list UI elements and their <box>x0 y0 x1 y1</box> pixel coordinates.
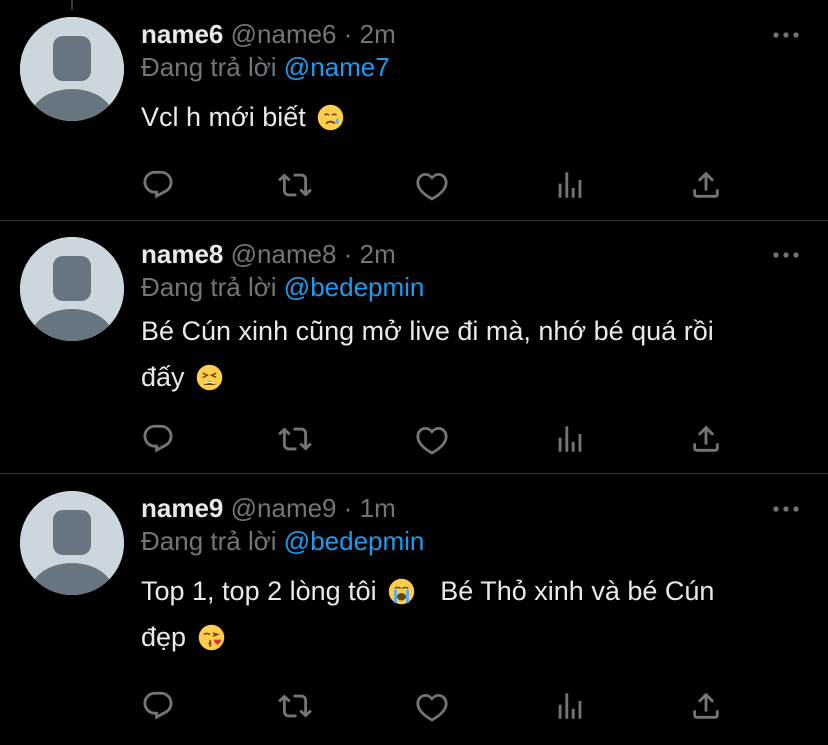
timestamp[interactable]: 2m <box>360 239 396 269</box>
analytics-button[interactable] <box>552 421 588 457</box>
like-icon <box>415 168 449 202</box>
reply-icon <box>141 689 175 723</box>
separator-dot: · <box>343 493 353 523</box>
avatar[interactable] <box>20 491 124 595</box>
retweet-icon <box>278 422 312 456</box>
tweet-actions <box>0 167 828 207</box>
analytics-icon <box>553 168 587 202</box>
reply-icon <box>141 422 175 456</box>
display-name[interactable]: name8 <box>141 239 223 269</box>
share-icon <box>689 168 723 202</box>
tweet-text-line: Top 1, top 2 lòng tôi <box>141 576 377 606</box>
retweet-button[interactable] <box>277 688 313 724</box>
retweet-icon <box>278 689 312 723</box>
analytics-icon <box>553 422 587 456</box>
tweet-actions <box>0 688 828 728</box>
retweet-button[interactable] <box>277 167 313 203</box>
analytics-icon <box>553 689 587 723</box>
avatar[interactable] <box>20 237 124 341</box>
display-name[interactable]: name6 <box>141 19 223 49</box>
reply-context: Đang trả lời @bedepmin <box>141 524 798 558</box>
reply-button[interactable] <box>140 688 176 724</box>
tweet-text-line: Bé Thỏ xinh và bé Cún <box>440 576 715 606</box>
like-button[interactable] <box>414 688 450 724</box>
retweet-icon <box>278 168 312 202</box>
analytics-button[interactable] <box>552 688 588 724</box>
tweet[interactable]: name9 @name9 · 1m Đang trả lời @bedepmin… <box>0 474 828 745</box>
avatar[interactable] <box>20 17 124 121</box>
tweet-feed: name6 @name6 · 2m Đang trả lời @name7 Vc… <box>0 0 828 745</box>
tweet[interactable]: name8 @name8 · 2m Đang trả lời @bedepmin… <box>0 221 828 474</box>
reply-mention-link[interactable]: @name7 <box>284 52 390 82</box>
loudly-crying-face-emoji-icon <box>388 578 415 605</box>
reply-prefix: Đang trả lời <box>141 52 277 82</box>
default-avatar-icon <box>20 237 124 341</box>
user-handle[interactable]: @name9 <box>231 493 337 523</box>
reply-context: Đang trả lời @name7 <box>141 50 798 84</box>
tweet[interactable]: name6 @name6 · 2m Đang trả lời @name7 Vc… <box>0 0 828 221</box>
tweet-text-line: Vcl h mới biết <box>141 102 306 132</box>
separator-dot: · <box>343 19 353 49</box>
reply-icon <box>141 168 175 202</box>
share-icon <box>689 422 723 456</box>
like-icon <box>415 689 449 723</box>
reply-mention-link[interactable]: @bedepmin <box>284 272 425 302</box>
tired-face-emoji-icon <box>196 364 223 391</box>
default-avatar-icon <box>20 17 124 121</box>
tweet-text-line: đấy <box>141 362 185 392</box>
like-button[interactable] <box>414 167 450 203</box>
reply-button[interactable] <box>140 421 176 457</box>
like-button[interactable] <box>414 421 450 457</box>
reply-prefix: Đang trả lời <box>141 526 277 556</box>
default-avatar-icon <box>20 491 124 595</box>
share-button[interactable] <box>688 421 724 457</box>
tweet-text: Bé Cún xinh cũng mở live đi mà, nhớ bé q… <box>141 308 798 400</box>
tweet-text: Vcl h mới biết <box>141 94 798 140</box>
timestamp[interactable]: 1m <box>360 493 396 523</box>
reply-mention-link[interactable]: @bedepmin <box>284 526 425 556</box>
user-handle[interactable]: @name8 <box>231 239 337 269</box>
kissing-heart-face-emoji-icon <box>198 624 224 651</box>
tweet-header: name8 @name8 · 2m <box>141 238 798 270</box>
tweet-header: name9 @name9 · 1m <box>141 492 798 524</box>
user-handle[interactable]: @name6 <box>231 19 337 49</box>
tweet-text: Top 1, top 2 lòng tôi Bé Thỏ xinh và bé … <box>141 568 798 660</box>
display-name[interactable]: name9 <box>141 493 223 523</box>
reply-context: Đang trả lời @bedepmin <box>141 270 798 304</box>
reply-prefix: Đang trả lời <box>141 272 277 302</box>
timestamp[interactable]: 2m <box>360 19 396 49</box>
retweet-button[interactable] <box>277 421 313 457</box>
reply-button[interactable] <box>140 167 176 203</box>
tweet-actions <box>0 421 828 461</box>
crying-face-emoji-icon <box>318 104 344 131</box>
like-icon <box>415 422 449 456</box>
analytics-button[interactable] <box>552 167 588 203</box>
tweet-text-line: đẹp <box>141 622 187 652</box>
share-button[interactable] <box>688 688 724 724</box>
tweet-header: name6 @name6 · 2m <box>141 18 798 50</box>
share-icon <box>689 689 723 723</box>
tweet-text-line: Bé Cún xinh cũng mở live đi mà, nhớ bé q… <box>141 316 714 346</box>
share-button[interactable] <box>688 167 724 203</box>
separator-dot: · <box>343 239 353 269</box>
